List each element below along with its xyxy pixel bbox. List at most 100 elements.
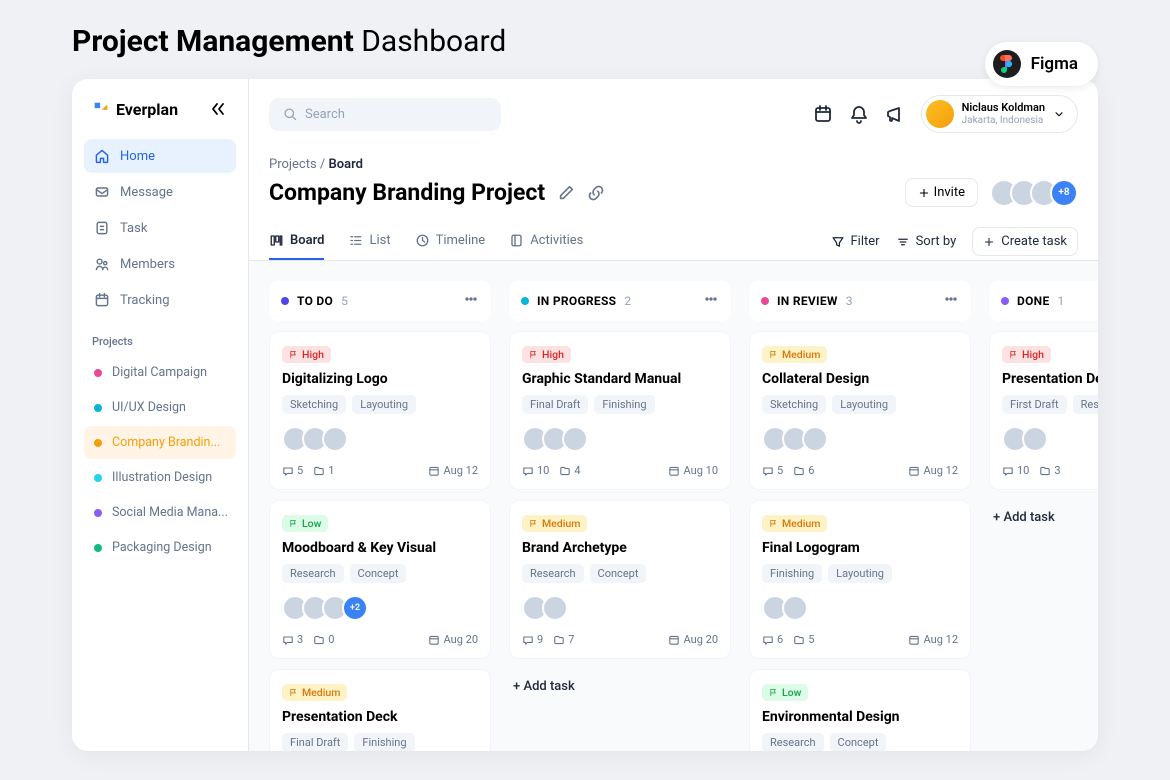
sidebar: Everplan HomeMessageTaskMembersTracking …: [72, 79, 249, 751]
task-tag: Final Draft: [282, 733, 348, 751]
tab-board[interactable]: Board: [269, 223, 324, 260]
task-tag: Sketching: [762, 395, 826, 414]
task-title: Brand Archetype: [522, 540, 718, 556]
nav-tracking[interactable]: Tracking: [84, 283, 236, 317]
nav-task[interactable]: Task: [84, 211, 236, 245]
task-card[interactable]: High Digitalizing Logo Sketching Layoutin…: [269, 331, 491, 490]
task-assignees: [1002, 426, 1098, 452]
task-tag: Concept: [830, 733, 887, 751]
add-task-button[interactable]: + Add task: [509, 669, 731, 694]
task-tag: Layouting: [352, 395, 416, 414]
task-title: Graphic Standard Manual: [522, 371, 718, 387]
task-card[interactable]: Medium Brand Archetype ResearchConcept 9…: [509, 500, 731, 659]
view-tabs: Board List Timeline Activities Filter Sort …: [249, 223, 1098, 261]
invite-button[interactable]: Invite: [905, 178, 978, 207]
priority-badge: Low: [282, 515, 328, 532]
task-card[interactable]: High Presentation Deck First DraftResear…: [989, 331, 1098, 490]
tab-list[interactable]: List: [348, 223, 390, 260]
task-title: Collateral Design: [762, 371, 958, 387]
task-title: Presentation Deck: [1002, 371, 1098, 387]
topbar: Search Niclaus KoldmanJakarta, Indonesia: [249, 79, 1098, 149]
task-card[interactable]: Medium Collateral Design Sketching Layout…: [749, 331, 971, 490]
priority-badge: High: [1002, 346, 1051, 363]
figma-badge: Figma: [985, 42, 1098, 86]
project-item[interactable]: Company Brandin...: [84, 426, 236, 459]
task-tag: Finishing: [354, 733, 414, 751]
task-card[interactable]: High Graphic Standard Manual Final Draft…: [509, 331, 731, 490]
brand-logo[interactable]: Everplan: [92, 100, 178, 119]
edit-icon[interactable]: [557, 184, 575, 202]
priority-badge: Medium: [282, 684, 347, 701]
project-header: Projects / Board Company Branding Projec…: [249, 149, 1098, 207]
column-menu-button[interactable]: [703, 291, 719, 311]
user-menu[interactable]: Niclaus KoldmanJakarta, Indonesia: [921, 95, 1078, 133]
priority-badge: Low: [762, 684, 808, 701]
priority-badge: Medium: [762, 515, 827, 532]
project-item[interactable]: Social Media Mana...: [84, 496, 236, 529]
breadcrumb[interactable]: Projects / Board: [269, 157, 1078, 172]
column-in-review: IN REVIEW 3 Medium Collateral Design Ske…: [749, 281, 971, 731]
task-tag: Finishing: [762, 564, 822, 583]
project-item[interactable]: UI/UX Design: [84, 391, 236, 424]
add-task-button[interactable]: + Add task: [989, 500, 1098, 525]
task-tag: Layouting: [828, 564, 892, 583]
nav-message[interactable]: Message: [84, 175, 236, 209]
create-task-button[interactable]: Create task: [972, 227, 1078, 256]
sort-button[interactable]: Sort by: [896, 234, 957, 249]
task-tag: Concept: [350, 564, 407, 583]
task-tag: Layouting: [832, 395, 896, 414]
megaphone-icon[interactable]: [885, 104, 905, 124]
task-assignees: [762, 426, 958, 452]
task-tag: Sketching: [282, 395, 346, 414]
task-title: Digitalizing Logo: [282, 371, 478, 387]
task-card[interactable]: Medium Presentation Deck Final DraftFini…: [269, 669, 491, 751]
app-window: Everplan HomeMessageTaskMembersTracking …: [72, 79, 1098, 751]
column-header: DONE 1: [989, 281, 1098, 321]
task-tag: Concept: [590, 564, 647, 583]
task-card[interactable]: Medium Final Logogram FinishingLayouting…: [749, 500, 971, 659]
column-header: IN REVIEW 3: [749, 281, 971, 321]
user-avatar: [926, 100, 954, 128]
member-avatars[interactable]: +8: [990, 179, 1078, 207]
task-assignees: [762, 595, 958, 621]
task-assignees: +2: [282, 595, 478, 621]
collapse-sidebar-button[interactable]: [208, 99, 228, 119]
priority-badge: Medium: [762, 346, 827, 363]
task-tag: Research: [1073, 395, 1098, 414]
priority-badge: High: [282, 346, 331, 363]
projects-section-label: Projects: [84, 319, 236, 356]
nav-home[interactable]: Home: [84, 139, 236, 173]
kanban-board: TO DO 5 High Digitalizing Logo Sketching…: [249, 261, 1098, 751]
priority-badge: Medium: [522, 515, 587, 532]
brand-mark-icon: [92, 100, 110, 118]
task-card[interactable]: Low Environmental Design ResearchConcept: [749, 669, 971, 751]
task-tag: Research: [762, 733, 824, 751]
task-assignees: [282, 426, 478, 452]
column-done: DONE 1 High Presentation Deck First Draf…: [989, 281, 1098, 731]
project-item[interactable]: Digital Campaign: [84, 356, 236, 389]
task-tag: Finishing: [594, 395, 654, 414]
task-assignees: [522, 595, 718, 621]
task-tag: Final Draft: [522, 395, 588, 414]
task-tag: Research: [282, 564, 344, 583]
tab-timeline[interactable]: Timeline: [415, 223, 486, 260]
task-card[interactable]: Low Moodboard & Key Visual Research Conce…: [269, 500, 491, 659]
column-header: IN PROGRESS 2: [509, 281, 731, 321]
column-menu-button[interactable]: [943, 291, 959, 311]
column-menu-button[interactable]: [463, 291, 479, 311]
search-input[interactable]: Search: [269, 98, 501, 131]
tab-activities[interactable]: Activities: [509, 223, 583, 260]
task-title: Moodboard & Key Visual: [282, 540, 478, 556]
nav-members[interactable]: Members: [84, 247, 236, 281]
filter-button[interactable]: Filter: [831, 234, 880, 249]
project-item[interactable]: Packaging Design: [84, 531, 236, 564]
priority-badge: High: [522, 346, 571, 363]
column-in-progress: IN PROGRESS 2 High Graphic Standard Manu…: [509, 281, 731, 731]
task-tag: Research: [522, 564, 584, 583]
bell-icon[interactable]: [849, 104, 869, 124]
calendar-icon[interactable]: [813, 104, 833, 124]
link-icon[interactable]: [587, 184, 605, 202]
column-header: TO DO 5: [269, 281, 491, 321]
chevron-down-icon: [1053, 108, 1065, 120]
project-item[interactable]: Illustration Design: [84, 461, 236, 494]
